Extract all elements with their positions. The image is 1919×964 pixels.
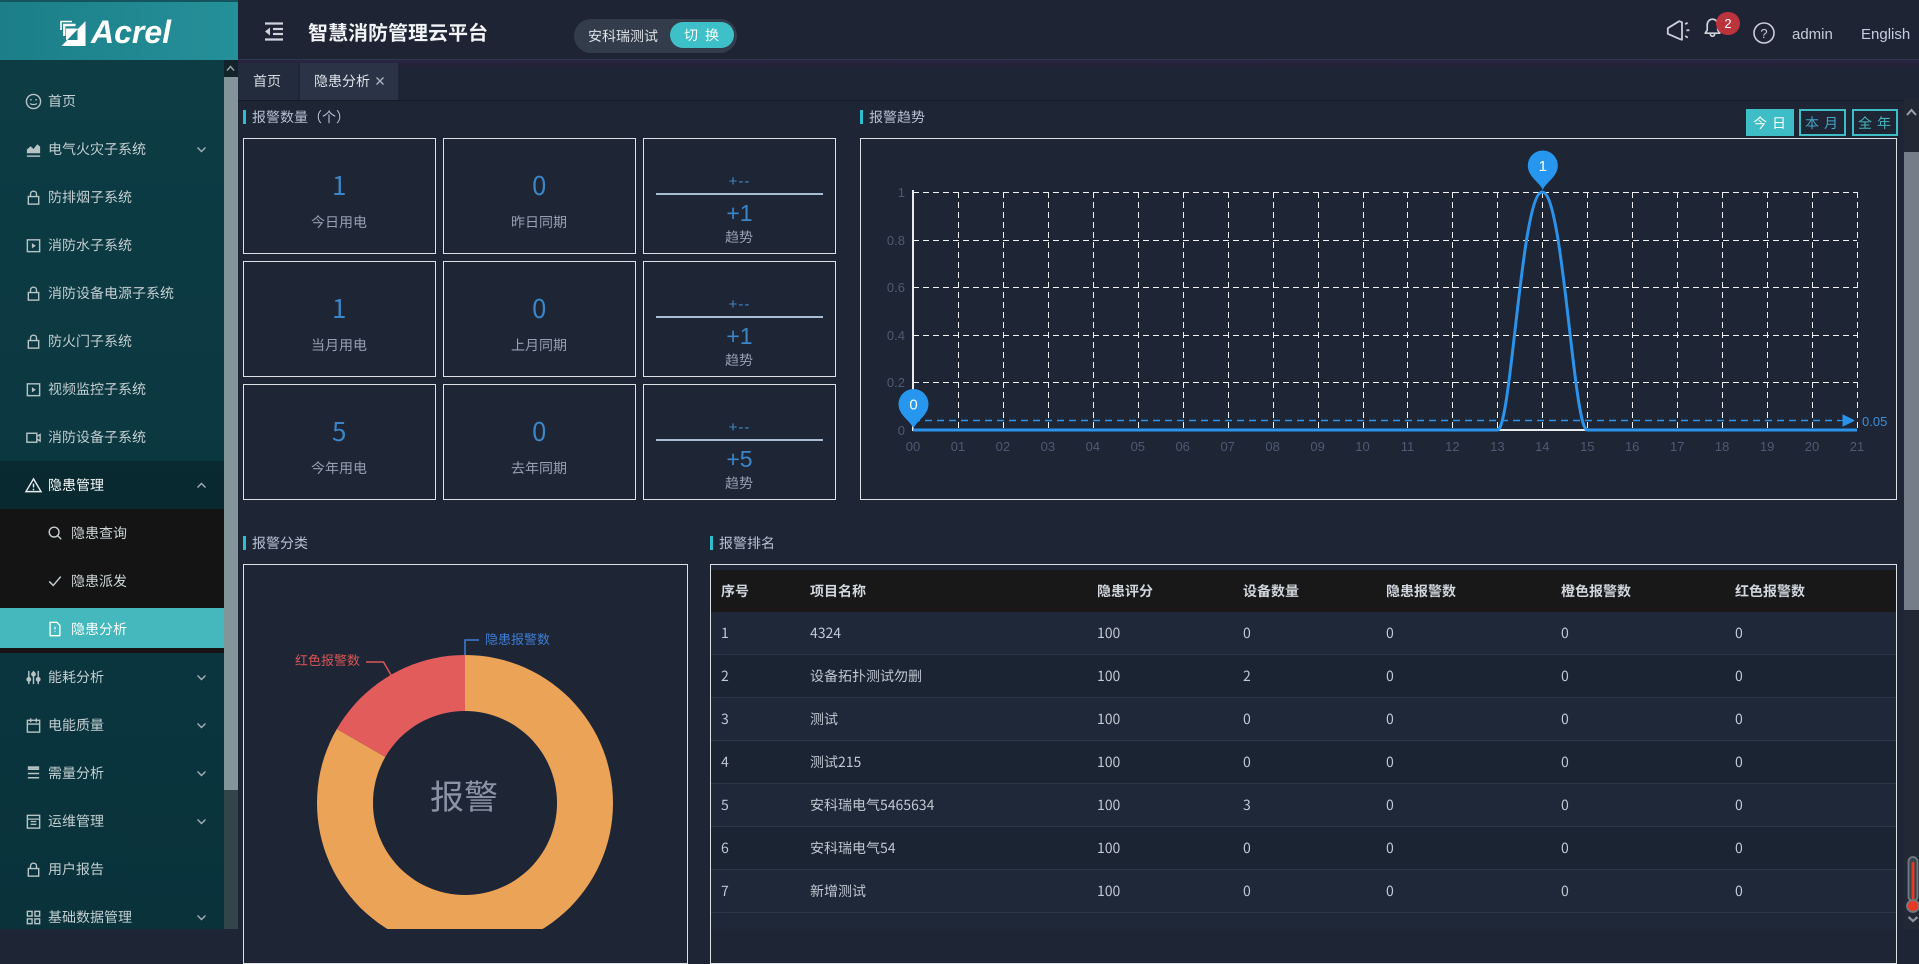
svg-text:?: ? <box>1760 26 1767 41</box>
